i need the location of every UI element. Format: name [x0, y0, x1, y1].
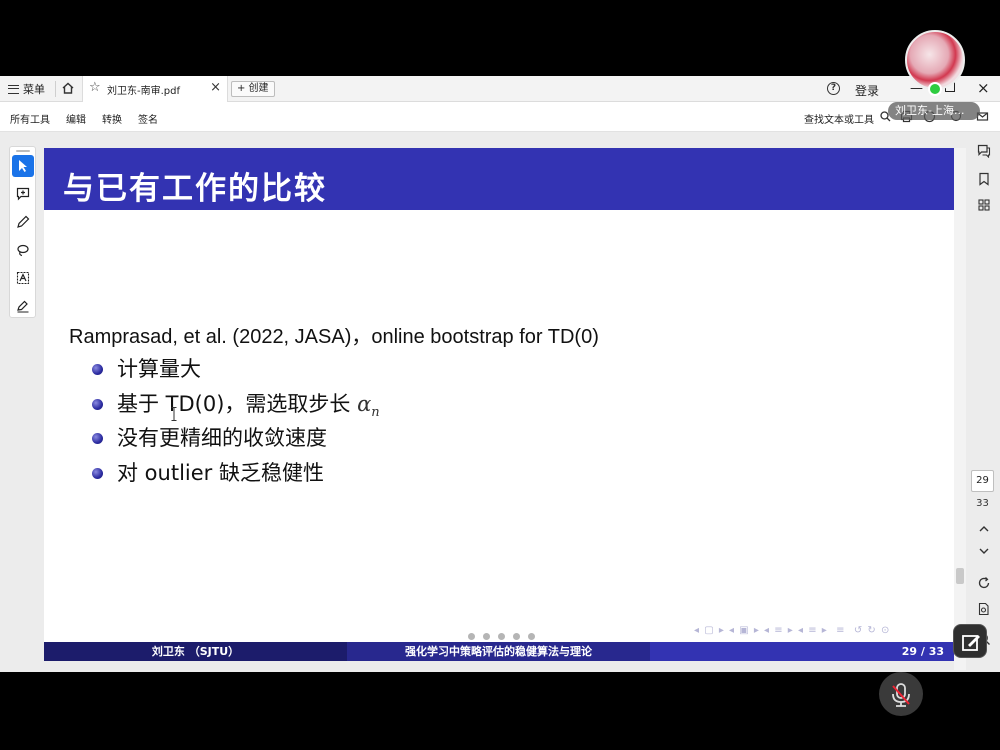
scrollbar-thumb[interactable]	[956, 568, 964, 584]
page-dot[interactable]	[498, 633, 505, 640]
divider	[55, 81, 56, 97]
home-icon[interactable]	[61, 81, 75, 95]
footer-page: 29 / 33	[650, 642, 954, 661]
menu-label: 菜单	[23, 83, 45, 96]
page-number-input[interactable]: 29	[971, 470, 994, 492]
page-dot[interactable]	[528, 633, 535, 640]
edit-button[interactable]: 编辑	[66, 111, 86, 126]
page-dot[interactable]	[513, 633, 520, 640]
hamburger-icon	[8, 84, 19, 94]
bookmark-icon[interactable]	[977, 172, 991, 186]
lasso-tool[interactable]	[12, 239, 34, 261]
window-close-icon[interactable]: ×	[977, 79, 990, 97]
bullet-text: 对 outlier 缺乏稳健性	[117, 460, 324, 485]
speaking-status-icon	[928, 82, 942, 96]
footer-author: 刘卫东 （SJTU）	[44, 642, 347, 661]
participant-avatar[interactable]	[905, 30, 965, 90]
close-tab-icon[interactable]: ×	[210, 80, 221, 95]
mute-mic-button[interactable]	[879, 672, 923, 716]
document-tab[interactable]: ☆ 刘卫东-南审.pdf ×	[82, 76, 228, 102]
bullet-dot-icon	[92, 433, 103, 444]
sign-button[interactable]: 签名	[138, 111, 158, 126]
help-icon[interactable]: ?	[827, 82, 840, 95]
page-dot[interactable]	[483, 633, 490, 640]
footer-talk-title: 强化学习中策略评估的稳健算法与理论	[347, 642, 650, 661]
convert-button[interactable]: 转换	[102, 111, 122, 126]
slide-footer: 刘卫东 （SJTU） 强化学习中策略评估的稳健算法与理论 29 / 33	[44, 642, 954, 661]
bullet-dot-icon	[92, 467, 103, 479]
page-dots	[468, 633, 535, 640]
lasso-icon	[17, 244, 29, 257]
document-tab-title: 刘卫东-南审.pdf	[107, 86, 181, 97]
pen-tool[interactable]	[12, 211, 34, 233]
bullet-item: 没有更精细的收敛速度	[92, 423, 380, 458]
beamer-navigation-icons[interactable]: ◂ ▢ ▸ ◂ ▣ ▸ ◂ ≡ ▸ ◂ ≡ ▸ ≡ ↺ ↻ ⊙	[694, 625, 890, 636]
right-rail	[968, 132, 1000, 672]
comment-add-icon	[16, 187, 30, 201]
sign-tool[interactable]	[12, 295, 34, 317]
thumbnails-icon[interactable]	[977, 198, 991, 212]
toolbar: 所有工具 编辑 转换 签名 查找文本或工具	[0, 102, 1000, 132]
slide-page: 与已有工作的比较 Ramprasad, et al. (2022, JASA)，…	[44, 148, 954, 661]
bullet-item: 对 outlier 缺乏稳健性	[92, 458, 380, 493]
comments-panel-icon[interactable]	[977, 144, 991, 158]
bullet-item: 基于 TD(0)，需选取步长 αn	[92, 389, 380, 424]
text-cursor-icon	[171, 407, 177, 421]
create-button[interactable]: + 创建	[231, 81, 275, 97]
menu-button[interactable]: 菜单	[8, 81, 45, 97]
cursor-arrow-icon	[19, 160, 27, 172]
all-tools-button[interactable]: 所有工具	[10, 111, 50, 126]
tab-bar: 菜单 ☆ 刘卫东-南审.pdf × + 创建 ? 登录 — ×	[0, 76, 1000, 102]
page-total: 33	[976, 498, 989, 509]
chevron-up-icon[interactable]	[977, 522, 991, 536]
chevron-down-icon[interactable]	[977, 544, 991, 558]
comment-tool[interactable]	[12, 183, 34, 205]
annotate-icon	[962, 635, 980, 651]
slide-header: 与已有工作的比较	[44, 148, 954, 210]
star-icon[interactable]: ☆	[89, 80, 101, 95]
bullet-list: 计算量大 基于 TD(0)，需选取步长 αn 没有更精细的收敛速度 对 outl…	[92, 354, 380, 492]
login-button[interactable]: 登录	[855, 82, 879, 99]
bullet-item: 计算量大	[92, 354, 380, 389]
palette-handle[interactable]	[16, 150, 30, 152]
left-tool-palette	[9, 146, 36, 318]
reference-line: Ramprasad, et al. (2022, JASA)，online bo…	[69, 326, 599, 348]
bullet-dot-icon	[92, 364, 103, 375]
signature-pen-icon	[17, 300, 29, 313]
vertical-scrollbar[interactable]	[954, 148, 966, 670]
refresh-icon[interactable]	[977, 576, 991, 590]
text-box-icon	[16, 271, 30, 285]
bullet-dot-icon	[92, 398, 103, 410]
bullet-text: 没有更精细的收敛速度	[117, 426, 327, 450]
text-box-tool[interactable]	[12, 267, 34, 289]
slide-title: 与已有工作的比较	[63, 171, 327, 207]
bullet-text: 基于 TD(0)，需选取步长	[117, 391, 358, 416]
mic-off-icon	[892, 683, 910, 707]
select-tool[interactable]	[12, 155, 34, 177]
search-tools-label[interactable]: 查找文本或工具	[804, 111, 874, 126]
participant-name-badge: 刘卫东-上海...	[888, 102, 980, 120]
pen-icon	[17, 215, 30, 228]
bullet-text: 计算量大	[117, 357, 201, 381]
page-search-icon[interactable]	[977, 602, 991, 616]
step-size-symbol: αn	[357, 391, 380, 420]
page-dot[interactable]	[468, 633, 475, 640]
annotate-button[interactable]	[953, 624, 987, 658]
